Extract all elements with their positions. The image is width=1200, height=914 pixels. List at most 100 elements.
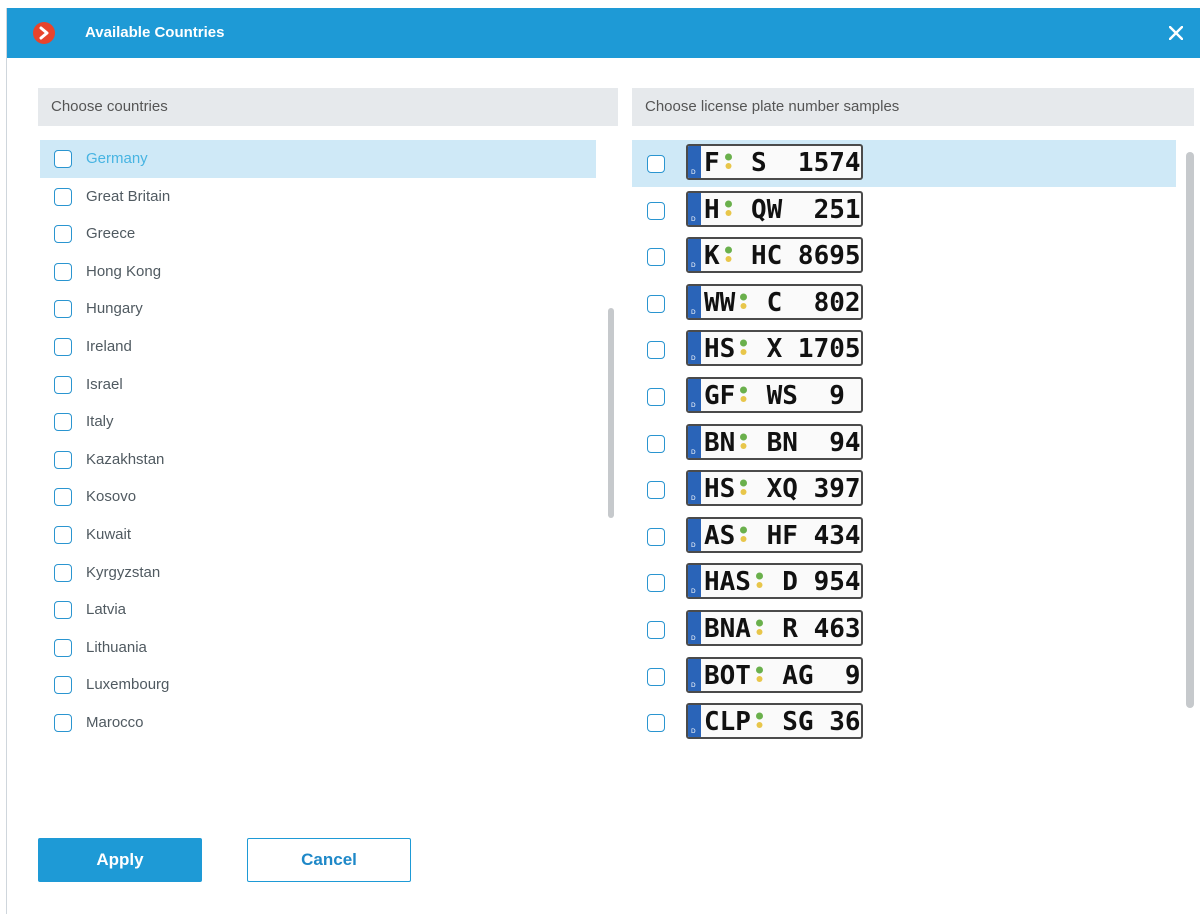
plate-checkbox[interactable] xyxy=(647,248,665,267)
license-plate-image: HAS D 954 xyxy=(686,563,863,600)
country-label: Greece xyxy=(86,225,136,243)
plate-row[interactable]: HS X 1705 xyxy=(632,326,1176,373)
plate-row[interactable]: BN BN 94 xyxy=(632,420,1176,467)
country-checkbox[interactable] xyxy=(54,450,72,469)
country-checkbox[interactable] xyxy=(54,413,72,432)
registration-seal-icon xyxy=(740,293,748,309)
country-row[interactable]: Italy xyxy=(40,403,596,441)
country-row[interactable]: Hong Kong xyxy=(40,253,596,291)
license-plate-image: BN BN 94 xyxy=(686,423,863,460)
plate-checkbox[interactable] xyxy=(647,155,665,173)
plate-row[interactable]: CLP SG 36 xyxy=(632,699,1176,746)
country-label: Kazakhstan xyxy=(86,450,165,468)
country-checkbox[interactable] xyxy=(54,676,72,695)
eu-band-icon xyxy=(688,425,701,458)
country-checkbox[interactable] xyxy=(54,488,72,507)
country-checkbox[interactable] xyxy=(54,262,72,281)
close-icon xyxy=(1169,26,1183,40)
plate-checkbox[interactable] xyxy=(647,201,665,220)
license-plate-image: HS XQ 397 xyxy=(686,470,863,507)
plate-checkbox[interactable] xyxy=(647,387,665,406)
country-checkbox[interactable] xyxy=(54,601,72,620)
license-plate-image: HS X 1705 xyxy=(686,330,863,367)
plate-row[interactable]: K HC 8695 xyxy=(632,233,1176,280)
country-row[interactable]: Kyrgyzstan xyxy=(40,554,596,592)
country-row[interactable]: Israel xyxy=(40,366,596,404)
plate-checkbox[interactable] xyxy=(647,527,665,546)
country-row[interactable]: Germany xyxy=(40,140,596,178)
registration-seal-icon xyxy=(740,479,748,496)
country-row[interactable]: Great Britain xyxy=(40,178,596,216)
license-plate-image: GF WS 9 xyxy=(686,376,863,413)
plate-row[interactable]: HAS D 954 xyxy=(632,559,1176,606)
country-checkbox[interactable] xyxy=(54,375,72,394)
country-checkbox[interactable] xyxy=(54,525,72,544)
country-row[interactable]: Ireland xyxy=(40,328,596,366)
country-checkbox[interactable] xyxy=(54,150,72,168)
plate-number: AS HF 4347 xyxy=(704,520,863,551)
plate-checkbox[interactable] xyxy=(647,434,665,453)
country-label: Ireland xyxy=(86,337,132,355)
plate-number: CLP SG 36 xyxy=(704,707,861,738)
registration-seal-icon xyxy=(724,246,732,263)
plate-checkbox[interactable] xyxy=(647,481,665,500)
plate-checkbox[interactable] xyxy=(647,714,665,733)
plate-row[interactable]: BOT AG 9 xyxy=(632,653,1176,700)
plate-row[interactable]: F S 1574 xyxy=(632,140,1176,187)
license-plate-image: CLP SG 36 xyxy=(686,703,863,740)
eu-band-icon xyxy=(688,611,701,644)
country-row[interactable]: Greece xyxy=(40,215,596,253)
country-row[interactable]: Marocco xyxy=(40,704,596,742)
apply-button[interactable]: Apply xyxy=(38,838,202,882)
country-list-scrollbar[interactable] xyxy=(608,308,614,518)
country-checkbox[interactable] xyxy=(54,300,72,319)
country-checkbox[interactable] xyxy=(54,187,72,206)
registration-seal-icon xyxy=(724,153,732,169)
plate-list-scrollbar[interactable] xyxy=(1186,152,1194,708)
country-label: Kuwait xyxy=(86,525,132,543)
plate-row[interactable]: WW C 802 xyxy=(632,280,1176,327)
registration-seal-icon xyxy=(740,386,748,402)
countries-panel-header: Choose countries xyxy=(38,88,618,126)
plate-checkbox[interactable] xyxy=(647,574,665,593)
country-row[interactable]: Kuwait xyxy=(40,516,596,554)
eu-band-icon xyxy=(688,378,701,411)
eu-band-icon xyxy=(688,658,701,691)
country-checkbox[interactable] xyxy=(54,225,72,244)
country-label: Lithuania xyxy=(86,638,147,656)
plate-checkbox[interactable] xyxy=(647,620,665,639)
country-label: Kyrgyzstan xyxy=(86,563,161,581)
plate-row[interactable]: GF WS 9 xyxy=(632,373,1176,420)
registration-seal-icon xyxy=(756,572,764,589)
plate-row[interactable]: BNA R 4636 xyxy=(632,606,1176,653)
country-row[interactable]: Kazakhstan xyxy=(40,441,596,479)
plate-checkbox[interactable] xyxy=(647,294,665,313)
eu-band-icon xyxy=(688,518,701,551)
country-checkbox[interactable] xyxy=(54,713,72,732)
plate-checkbox[interactable] xyxy=(647,667,665,686)
country-label: Germany xyxy=(86,150,148,167)
country-checkbox[interactable] xyxy=(54,638,72,657)
country-row[interactable]: Lithuania xyxy=(40,629,596,667)
country-row[interactable]: Hungary xyxy=(40,290,596,328)
plate-checkbox[interactable] xyxy=(647,341,665,360)
registration-seal-icon xyxy=(756,619,764,635)
country-label: Great Britain xyxy=(86,187,171,205)
plate-number: BOT AG 9 xyxy=(704,660,861,691)
close-button[interactable] xyxy=(1163,20,1189,46)
country-row[interactable]: Luxembourg xyxy=(40,666,596,704)
plate-row[interactable]: H QW 251 xyxy=(632,187,1176,234)
dialog-title: Available Countries xyxy=(85,24,225,41)
plate-number: BNA R 4636 xyxy=(704,613,863,644)
registration-seal-icon xyxy=(740,526,748,542)
plate-row[interactable]: HS XQ 397 xyxy=(632,466,1176,513)
plate-row[interactable]: AS HF 4347 xyxy=(632,513,1176,560)
country-row[interactable]: Latvia xyxy=(40,591,596,629)
country-row[interactable]: Kosovo xyxy=(40,478,596,516)
country-checkbox[interactable] xyxy=(54,337,72,356)
cancel-button[interactable]: Cancel xyxy=(247,838,411,882)
eu-band-icon xyxy=(688,192,701,225)
country-checkbox[interactable] xyxy=(54,563,72,582)
plate-number: BN BN 94 xyxy=(704,427,861,458)
eu-band-icon xyxy=(688,705,701,738)
